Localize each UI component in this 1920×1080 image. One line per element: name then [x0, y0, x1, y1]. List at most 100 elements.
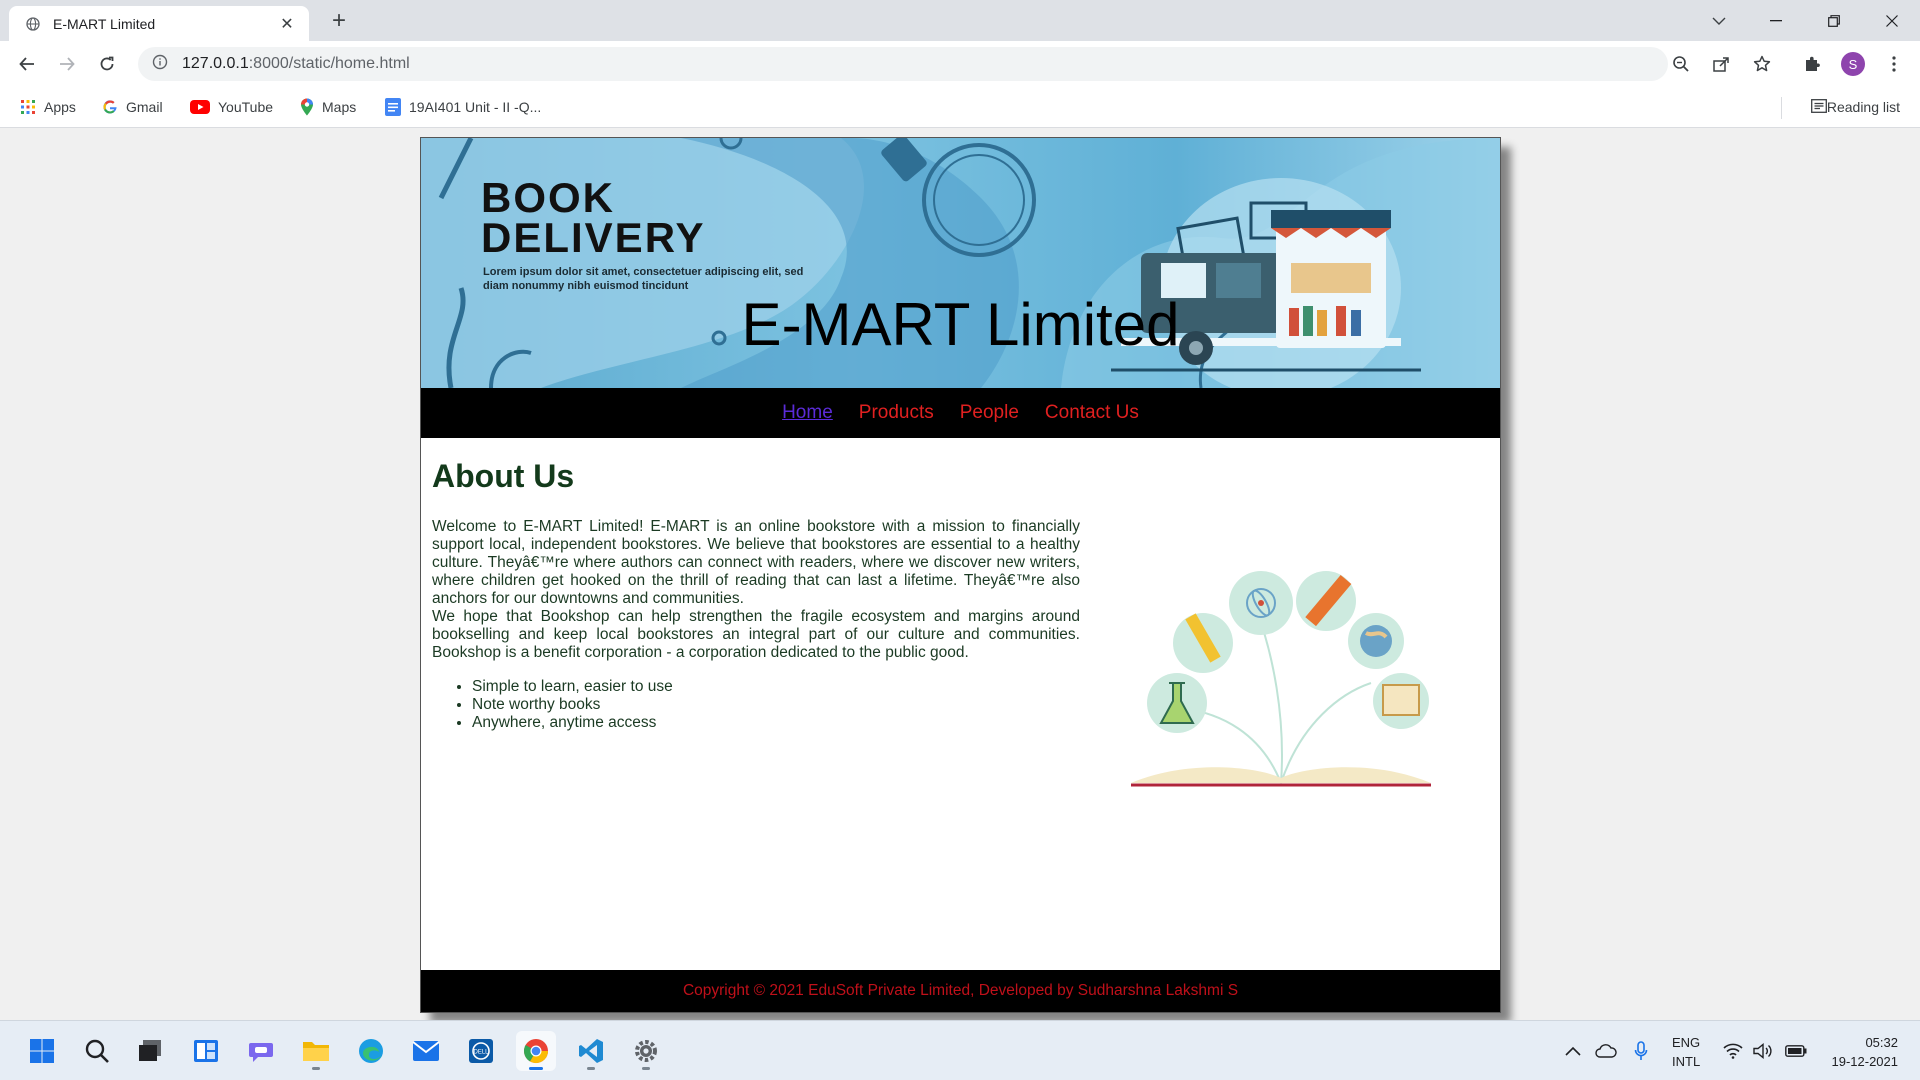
page-viewport: BOOK DELIVERY Lorem ipsum dolor sit amet… [0, 128, 1920, 1020]
volume-icon[interactable] [1753, 1021, 1773, 1080]
url-host: 127.0.0.1 [182, 55, 249, 72]
running-indicator [642, 1067, 650, 1070]
bookmark-apps[interactable]: Apps [20, 87, 76, 127]
teams-chat-icon[interactable] [241, 1031, 281, 1071]
google-icon [102, 99, 118, 115]
address-bar[interactable]: 127.0.0.1:8000/static/home.html [138, 47, 1668, 81]
microphone-icon[interactable] [1634, 1021, 1648, 1080]
nav-link-home[interactable]: Home [782, 402, 833, 424]
reading-list-icon [1810, 98, 1827, 116]
browser-toolbar: 127.0.0.1:8000/static/home.html S [0, 41, 1920, 87]
nav-link-people[interactable]: People [960, 402, 1019, 424]
banner-lorem-line1: Lorem ipsum dolor sit amet, consectetuer… [483, 266, 804, 278]
bookmark-label: Apps [44, 99, 76, 115]
site-title: E-MART Limited [741, 291, 1180, 358]
copyright-text: Copyright © 2021 EduSoft Private Limited… [682, 982, 1239, 999]
bookmark-label: YouTube [218, 99, 274, 115]
windows-taskbar: DELL ENG INTL 05:32 19-12-2021 [0, 1020, 1920, 1080]
banner-delivery-text: DELIVERY [481, 214, 706, 261]
restore-button[interactable] [1806, 0, 1862, 41]
more-menu-icon[interactable] [1880, 50, 1908, 78]
widgets-icon[interactable] [186, 1031, 226, 1071]
bookmarks-divider [1781, 97, 1782, 119]
new-tab-button[interactable]: + [325, 8, 353, 36]
list-item: Simple to learn, easier to use [472, 678, 673, 696]
main-content: About Us Welcome to E-MART Limited! E-MA… [421, 438, 1500, 972]
about-paragraph-2: We hope that Bookshop can help strengthe… [432, 608, 1080, 661]
bookmark-label: 19AI401 Unit - II -Q... [409, 99, 542, 115]
bookmark-maps[interactable]: Maps [300, 87, 356, 127]
tab-title: E-MART Limited [53, 15, 156, 32]
info-icon[interactable] [152, 54, 168, 75]
docs-icon [385, 98, 401, 116]
search-icon[interactable] [77, 1031, 117, 1071]
globe-icon [25, 16, 41, 32]
minimize-button[interactable] [1748, 0, 1804, 41]
clock-date: 19-12-2021 [1831, 1054, 1899, 1069]
zoom-icon[interactable] [1667, 50, 1695, 78]
url-text: 127.0.0.1:8000/static/home.html [182, 55, 410, 73]
wifi-icon[interactable] [1723, 1021, 1743, 1080]
youtube-icon [190, 100, 210, 114]
about-heading: About Us [432, 458, 575, 494]
about-body: Welcome to E-MART Limited! E-MART is an … [432, 518, 1080, 662]
input-language-indicator[interactable]: ENG INTL [1672, 1033, 1700, 1071]
windows-logo-icon [30, 1039, 54, 1063]
url-path: :8000/static/home.html [248, 55, 410, 72]
bookmark-docs[interactable]: 19AI401 Unit - II -Q... [385, 87, 541, 127]
dell-app-icon[interactable]: DELL [461, 1031, 501, 1071]
clock-time: 05:32 [1865, 1035, 1898, 1050]
start-button[interactable] [22, 1031, 62, 1071]
bookmark-gmail[interactable]: Gmail [102, 87, 163, 127]
vscode-icon[interactable] [571, 1031, 611, 1071]
file-explorer-icon[interactable] [296, 1031, 336, 1071]
reading-list-label: Reading list [1826, 99, 1900, 115]
running-indicator [312, 1067, 320, 1070]
profile-avatar[interactable]: S [1841, 52, 1865, 76]
features-list: Simple to learn, easier to use Note wort… [472, 678, 673, 732]
maps-pin-icon [300, 98, 314, 116]
header-banner: BOOK DELIVERY Lorem ipsum dolor sit amet… [421, 138, 1500, 388]
reload-icon[interactable] [93, 50, 121, 78]
close-tab-icon[interactable]: ✕ [277, 14, 297, 34]
nav-link-contact[interactable]: Contact Us [1045, 402, 1139, 424]
running-indicator [587, 1067, 595, 1070]
battery-icon[interactable] [1785, 1021, 1807, 1080]
browser-tab[interactable]: E-MART Limited ✕ [9, 6, 309, 41]
bookmarks-bar: Apps Gmail YouTube Maps 19AI401 Unit - I… [0, 87, 1920, 128]
edge-browser-icon[interactable] [351, 1031, 391, 1071]
chrome-icon[interactable] [516, 1031, 556, 1071]
site-container: BOOK DELIVERY Lorem ipsum dolor sit amet… [420, 137, 1501, 1013]
tab-search-chevron-icon[interactable] [1691, 0, 1747, 41]
reading-list-button[interactable]: Reading list [1810, 87, 1900, 127]
active-indicator [529, 1067, 543, 1070]
show-hidden-icons-chevron[interactable] [1565, 1021, 1581, 1080]
list-item: Anywhere, anytime access [472, 714, 673, 732]
svg-text:DELL: DELL [473, 1050, 489, 1056]
site-footer: Copyright © 2021 EduSoft Private Limited… [421, 970, 1500, 1012]
onedrive-cloud-icon[interactable] [1595, 1021, 1617, 1080]
education-books-illustration [1131, 571, 1431, 787]
bookmark-youtube[interactable]: YouTube [190, 87, 273, 127]
apps-grid-icon [20, 99, 36, 115]
tab-strip: E-MART Limited ✕ + [0, 0, 1920, 41]
banner-book-text: BOOK [481, 174, 615, 221]
about-paragraph-1: Welcome to E-MART Limited! E-MART is an … [432, 518, 1080, 607]
bookmark-label: Maps [322, 99, 357, 115]
nav-link-products[interactable]: Products [859, 402, 934, 424]
share-icon[interactable] [1707, 50, 1735, 78]
site-nav: Home Products People Contact Us [421, 388, 1500, 438]
mail-icon[interactable] [406, 1031, 446, 1071]
bookmark-label: Gmail [126, 99, 163, 115]
keyboard-layout: INTL [1672, 1054, 1701, 1069]
language-code: ENG [1672, 1035, 1701, 1050]
back-arrow-icon[interactable] [13, 50, 41, 78]
system-clock[interactable]: 05:32 19-12-2021 [1832, 1033, 1899, 1071]
forward-arrow-icon[interactable] [53, 50, 81, 78]
extensions-puzzle-icon[interactable] [1798, 50, 1826, 78]
settings-gear-icon[interactable] [626, 1031, 666, 1071]
task-view-icon[interactable] [131, 1031, 171, 1071]
bookmark-star-icon[interactable] [1748, 50, 1776, 78]
close-window-button[interactable] [1864, 0, 1920, 41]
list-item: Note worthy books [472, 696, 673, 714]
